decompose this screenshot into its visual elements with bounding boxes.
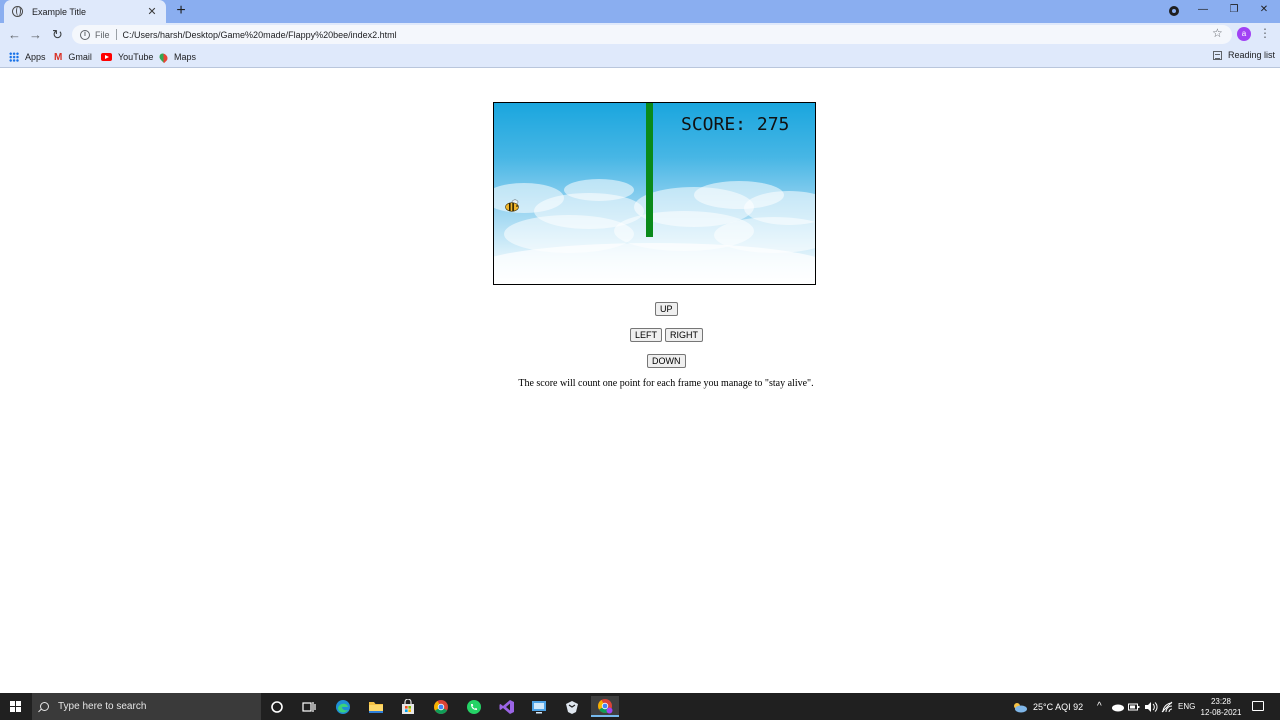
taskbar-search-box[interactable]: Type here to search — [32, 693, 261, 720]
info-icon[interactable]: i — [80, 29, 90, 40]
file-explorer-icon[interactable] — [365, 696, 387, 717]
whatsapp-icon[interactable] — [463, 696, 485, 717]
minimize-button[interactable]: — — [1188, 0, 1218, 20]
remote-desktop-icon[interactable] — [528, 696, 550, 717]
game-canvas[interactable]: SCORE: 275 — [493, 102, 816, 285]
youtube-icon — [101, 53, 112, 61]
taskbar: Type here to search 25°C AQI 92 ^ ENG 23… — [0, 693, 1280, 720]
chrome-icon[interactable] — [430, 696, 452, 717]
bee-icon — [505, 199, 519, 212]
reading-list-icon — [1213, 50, 1222, 60]
volume-icon[interactable] — [1144, 693, 1158, 720]
url-text[interactable]: C:/Users/harsh/Desktop/Game%20made/Flapp… — [123, 30, 397, 40]
reading-list-button[interactable]: Reading list — [1213, 50, 1275, 60]
apps-icon — [9, 52, 19, 62]
windows-start-icon[interactable] — [10, 701, 21, 712]
bookmark-label: YouTube — [118, 52, 154, 62]
terminal-icon[interactable] — [561, 696, 583, 717]
bookmark-label: Apps — [25, 52, 46, 62]
weather-widget[interactable]: 25°C AQI 92 — [1012, 693, 1083, 720]
new-tab-button[interactable]: + — [172, 2, 190, 20]
menu-icon[interactable]: ⋮ — [1259, 26, 1271, 40]
tab-title: Example Title — [32, 6, 87, 17]
pipe-obstacle — [646, 103, 653, 237]
separator — [115, 29, 117, 40]
weather-text: 25°C AQI 92 — [1033, 701, 1084, 712]
score-display: SCORE: 275 — [681, 114, 790, 135]
chrome-profile-icon[interactable] — [591, 696, 619, 717]
tab-strip: Example Title ✕ + — ❐ ✕ — [0, 0, 1280, 23]
bookmark-label: Gmail — [68, 52, 92, 62]
back-button[interactable]: ← — [6, 26, 23, 43]
search-icon — [40, 702, 49, 711]
media-control-icon[interactable] — [1169, 6, 1179, 16]
cortana-icon[interactable] — [266, 696, 288, 717]
close-window-button[interactable]: ✕ — [1249, 0, 1279, 20]
notification-icon[interactable] — [1252, 701, 1264, 711]
browser-tab[interactable]: Example Title ✕ — [4, 0, 166, 23]
bookmark-star-icon[interactable]: ☆ — [1212, 26, 1223, 40]
language-indicator[interactable]: ENG — [1178, 693, 1195, 720]
maps-icon — [157, 51, 170, 63]
right-button[interactable]: RIGHT — [665, 328, 703, 342]
battery-icon[interactable] — [1128, 693, 1140, 720]
browser-toolbar: ← → ↻ i File C:/Users/harsh/Desktop/Game… — [0, 23, 1280, 46]
reading-list-label: Reading list — [1228, 50, 1276, 60]
bookmark-label: Maps — [174, 52, 197, 62]
profile-avatar[interactable]: a — [1237, 27, 1251, 41]
bookmark-gmail[interactable]: M Gmail — [54, 50, 92, 64]
system-clock[interactable]: 23:28 12-08-2021 — [1199, 696, 1243, 718]
edge-icon[interactable] — [332, 696, 354, 717]
tray-overflow-icon[interactable]: ^ — [1097, 693, 1102, 720]
store-icon[interactable] — [397, 696, 419, 717]
bookmark-maps[interactable]: Maps — [157, 50, 197, 64]
down-button[interactable]: DOWN — [647, 354, 686, 368]
restore-button[interactable]: ❐ — [1219, 0, 1249, 20]
cloud — [564, 179, 634, 201]
task-view-icon[interactable] — [298, 696, 320, 717]
address-bar[interactable]: i File C:/Users/harsh/Desktop/Game%20mad… — [72, 25, 1232, 44]
globe-icon — [12, 6, 23, 17]
reload-button[interactable]: ↻ — [49, 26, 66, 43]
gmail-icon: M — [54, 51, 63, 63]
visual-studio-icon[interactable] — [496, 696, 518, 717]
weather-cloud-icon — [1014, 702, 1027, 712]
file-scheme-label: File — [95, 29, 110, 40]
bookmarks-bar: Apps M Gmail YouTube Maps Reading list — [0, 46, 1280, 68]
up-button[interactable]: UP — [655, 302, 678, 316]
clock-date: 12-08-2021 — [1200, 708, 1242, 717]
instructions-text: The score will count one point for each … — [518, 378, 814, 389]
left-button[interactable]: LEFT — [630, 328, 663, 342]
cloud — [494, 243, 815, 284]
bookmark-apps[interactable]: Apps — [9, 50, 46, 64]
wifi-icon[interactable] — [1161, 693, 1173, 720]
tab-close-button[interactable]: ✕ — [146, 5, 158, 18]
search-placeholder: Type here to search — [58, 701, 147, 712]
onedrive-icon[interactable] — [1111, 693, 1125, 720]
clock-time: 23:28 — [1210, 697, 1232, 706]
forward-button[interactable]: → — [27, 26, 44, 43]
bookmark-youtube[interactable]: YouTube — [101, 50, 153, 64]
